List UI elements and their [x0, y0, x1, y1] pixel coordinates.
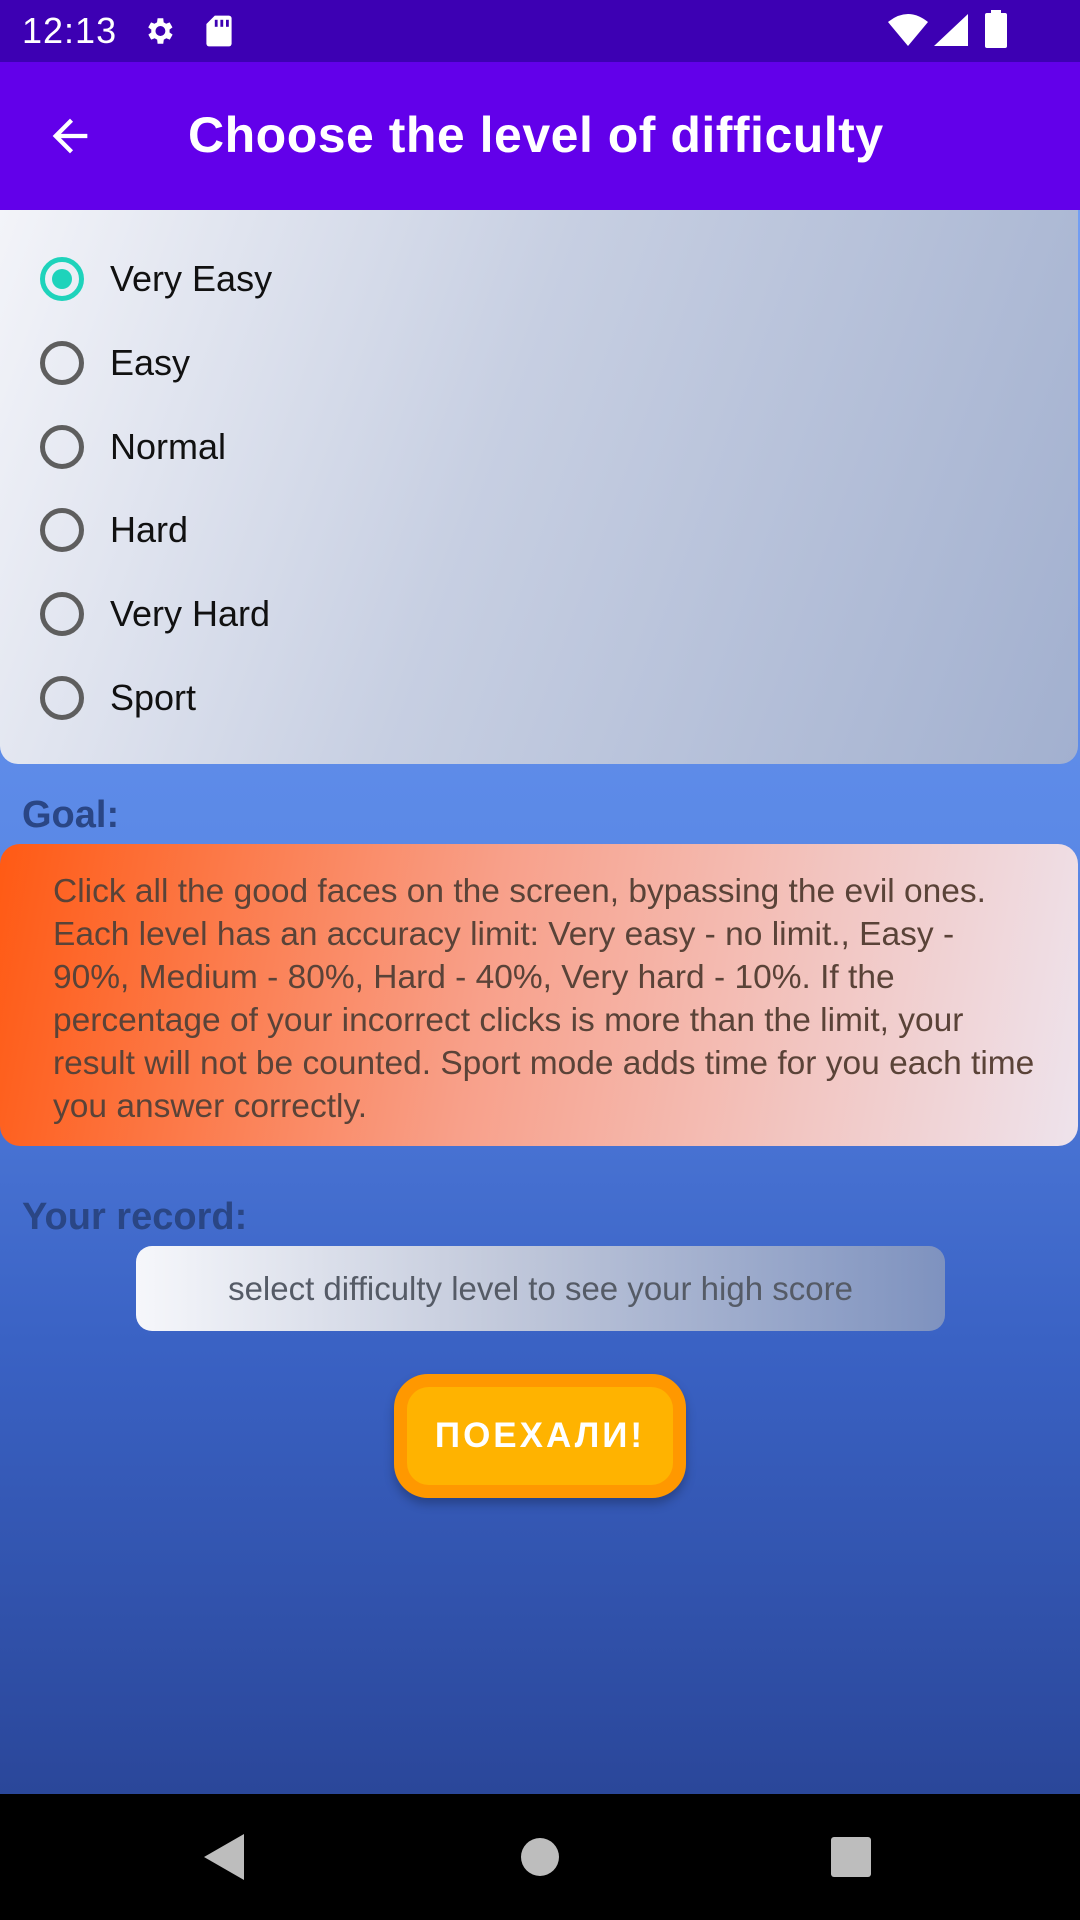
system-nav-bar	[0, 1794, 1080, 1920]
wifi-icon	[888, 14, 928, 46]
start-button-label: ПОЕХАЛИ!	[407, 1387, 673, 1485]
radio-sport[interactable]: Sport	[40, 663, 196, 733]
radio-label: Easy	[110, 342, 191, 383]
recents-square-icon[interactable]	[831, 1837, 871, 1877]
radio-hard[interactable]: Hard	[40, 495, 188, 565]
high-score-display: select difficulty level to see your high…	[136, 1246, 945, 1331]
radio-label: Very Hard	[110, 593, 271, 634]
gear-icon	[148, 18, 173, 44]
goal-label: Goal:	[22, 794, 120, 836]
radio-unchecked-icon	[40, 592, 84, 636]
goal-description: Click all the good faces on the screen, …	[0, 844, 1078, 1146]
arrow-left-icon[interactable]	[44, 110, 96, 162]
radio-label: Sport	[110, 677, 197, 718]
record-label: Your record:	[22, 1196, 248, 1238]
radio-easy[interactable]: Easy	[40, 328, 190, 398]
radio-normal[interactable]: Normal	[40, 412, 226, 482]
radio-label: Normal	[110, 426, 227, 467]
start-game-button[interactable]: ПОЕХАЛИ!	[394, 1374, 686, 1498]
radio-unchecked-icon	[40, 676, 84, 720]
difficulty-radio-group: Very Easy Easy Normal Hard Very Hard Spo…	[0, 210, 1078, 764]
radio-unchecked-icon	[40, 425, 84, 469]
back-triangle-icon[interactable]	[204, 1834, 244, 1880]
radio-very-hard[interactable]: Very Hard	[40, 579, 270, 649]
signal-icon	[934, 14, 968, 46]
radio-checked-icon	[40, 257, 84, 301]
page-title: Choose the level of difficulty	[188, 107, 884, 163]
radio-label: Hard	[110, 509, 189, 550]
radio-unchecked-icon	[40, 341, 84, 385]
battery-icon	[985, 10, 1007, 48]
status-bar: 12:13	[0, 0, 1080, 62]
home-circle-icon[interactable]	[520, 1837, 560, 1877]
status-time: 12:13	[22, 10, 118, 51]
sd-card-icon	[206, 15, 232, 47]
radio-label: Very Easy	[110, 258, 273, 299]
radio-very-easy[interactable]: Very Easy	[40, 244, 272, 314]
app-bar: Choose the level of difficulty	[0, 62, 1080, 210]
radio-unchecked-icon	[40, 508, 84, 552]
